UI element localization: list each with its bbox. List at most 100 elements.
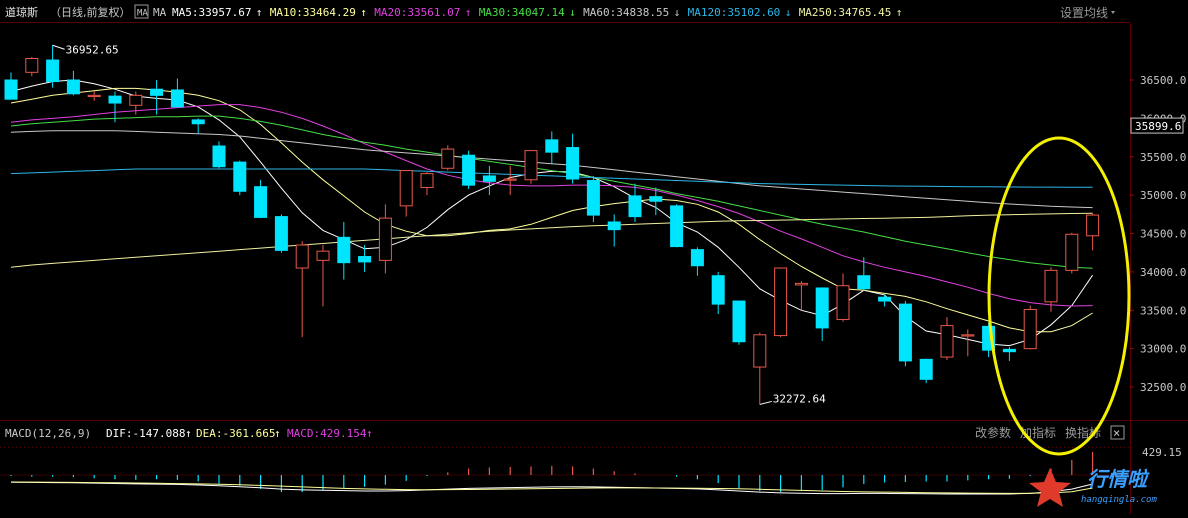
candle-body [649,196,663,202]
price-axis: 36500.036000.035500.035000.034500.034000… [1130,74,1186,394]
period-label: （日线,前复权） [50,5,131,19]
watermark-url: hangqingla.com [1081,495,1157,505]
candle [1086,213,1100,251]
candle-body [316,250,330,261]
ma-legend: MA5:33957.67 ↑ MA10:33464.29 ↑ MA20:33561.07… [172,6,902,19]
ma-label: MA [153,6,167,19]
candle-body [233,161,247,192]
candle [462,150,476,189]
candle [337,221,351,280]
chevron-down-icon[interactable] [1111,11,1115,14]
ma-legend-ma10: MA10:33464.29 [270,6,356,19]
candle-body [212,145,226,168]
candle-body [399,170,413,207]
candle [1065,232,1079,274]
candle [25,56,39,77]
candle-body [857,275,871,290]
candle-body [628,195,642,218]
candle [191,118,205,134]
ma-settings-button[interactable]: 设置均线 [1060,6,1108,20]
ma-line-ma250 [10,212,1093,268]
ma-legend-ma30-arrow: ↓ [569,6,576,19]
candle-body [108,95,122,104]
candle-body [420,173,434,188]
candle [524,150,538,184]
ma-legend-ma250: MA250:34765.45 [799,6,892,19]
candle [670,204,684,248]
candle-body [150,88,164,96]
close-icon[interactable]: × [1113,426,1120,440]
highlight-ellipse [987,136,1131,456]
candle-body [732,300,746,343]
ma-lines [10,79,1094,347]
candle [108,91,122,123]
candle-body [4,79,18,100]
candle [46,45,60,88]
header-bar: 道琼斯 （日线,前复权） MA MA MA5:33957.67 ↑ MA10:334… [5,4,1115,20]
ma-toggle-button[interactable]: MA [137,9,148,19]
ma-legend-ma5-arrow: ↑ [256,6,263,19]
candle [753,332,767,405]
candle [628,183,642,222]
candle-body [794,282,808,286]
candle [732,300,746,345]
candle [690,247,704,276]
candle-body [878,296,892,302]
candle-body [25,58,39,73]
candle-body [545,139,559,153]
macd-histogram-value: MACD:429.154 [287,427,367,440]
candle-body [836,285,850,320]
candle [441,145,455,171]
candle [274,214,288,253]
candle-body [961,334,975,337]
chart-window: 道琼斯 （日线,前复权） MA MA MA5:33957.67 ↑ MA10:334… [0,0,1188,514]
change-params-button[interactable]: 改参数 [975,425,1011,440]
candle [358,245,372,272]
candle [170,78,184,108]
candle-body [753,334,767,368]
candle [836,273,850,322]
candle [503,165,517,196]
candle [399,170,413,217]
macd-dif-value: DIF:-147.088 [106,427,185,440]
symbol-name: 道琼斯 [5,5,38,19]
y-tick-label: 33500.0 [1140,304,1186,317]
ma-line-ma10 [10,87,1093,333]
candle-body [66,79,80,95]
candle-body [1086,214,1100,237]
candle-body [191,119,205,125]
y-tick-label: 35500.0 [1140,151,1186,164]
candle [878,294,892,307]
candle [857,257,871,292]
candle-body [670,205,684,248]
candle [66,70,80,96]
candle-body [1023,308,1037,350]
candle-body [170,89,184,108]
candle-body [898,303,912,362]
ma-legend-ma5: MA5:33957.67 [172,6,251,19]
candle-body [586,180,600,216]
candle-body [1065,233,1079,271]
macd-dea-arrow: ↑ [274,427,281,440]
candle-body [919,358,933,380]
candle-body [337,236,351,264]
y-tick-label: 35000.0 [1140,189,1186,202]
candle [607,214,621,247]
low-label: 32272.64 [773,392,826,405]
candle [378,204,392,274]
y-tick-label: 33000.0 [1140,343,1186,356]
macd-name: MACD(12,26,9) [5,427,91,440]
y-tick-label: 34000.0 [1140,266,1186,279]
candle-body [441,148,455,169]
high-label: 36952.65 [66,43,119,56]
candle [87,91,101,101]
candle [919,358,933,384]
macd-dea-value: DEA:-361.665 [196,427,275,440]
ma-legend-ma10-arrow: ↑ [360,6,367,19]
macd-header: MACD(12,26,9) DIF:-147.088 ↑ DEA:-361.66… [5,425,1125,440]
candle-body [940,325,954,358]
candle [898,301,912,367]
candle-body [129,94,143,106]
candle [254,179,268,219]
macd-histogram-arrow: ↑ [366,427,373,440]
